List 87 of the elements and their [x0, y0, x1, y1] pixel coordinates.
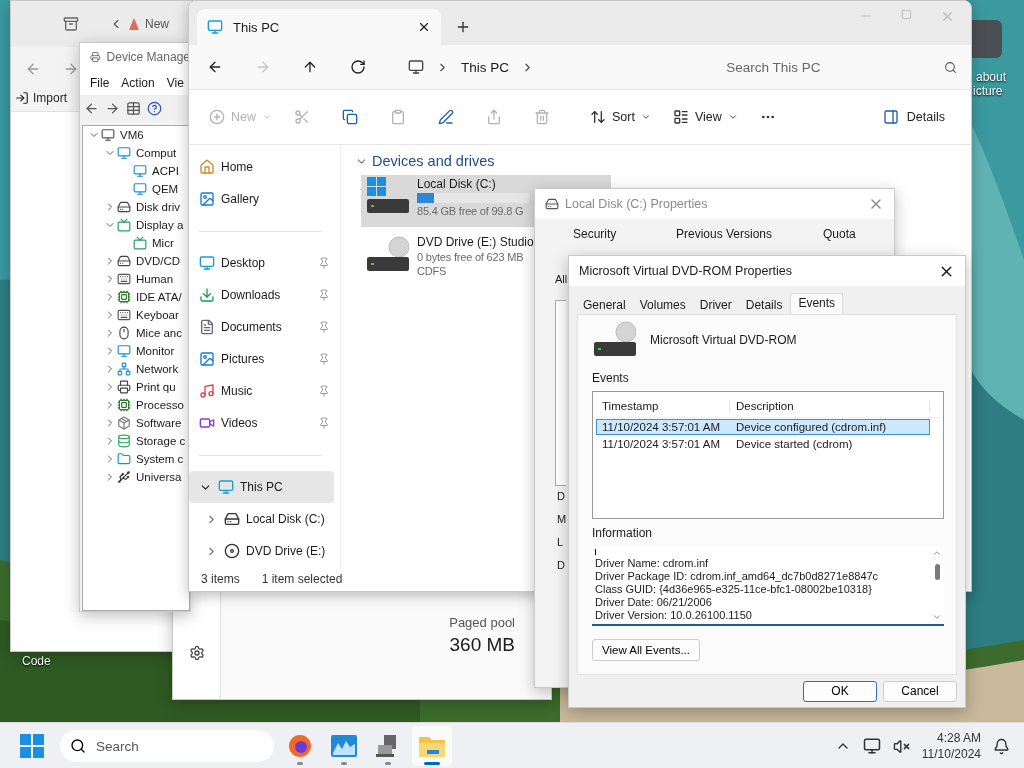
menu-item[interactable]: File [90, 76, 110, 90]
tree-item[interactable]: Micr [152, 237, 174, 249]
import-button[interactable]: Import [11, 91, 67, 105]
search-field[interactable]: Search [60, 730, 274, 762]
drive-info: CDFS [417, 265, 448, 277]
sort-button[interactable]: Sort [588, 101, 653, 133]
drive-name: DVD Drive (E:) Studio [417, 235, 534, 249]
section-label: Information [592, 526, 654, 540]
tree-item[interactable]: Processo [136, 399, 184, 411]
drive-info: 85.4 GB free of 99.8 G [417, 205, 525, 217]
tree-item[interactable]: ACPI [152, 165, 179, 177]
sidebar-item[interactable]: Gallery [189, 183, 334, 215]
view-button[interactable]: View [670, 101, 740, 133]
tab-title[interactable]: New [145, 17, 169, 31]
tab[interactable]: Security [573, 227, 676, 247]
table-cell-text: Device configured (cdrom.inf) [735, 421, 888, 433]
sidebar-item[interactable]: Music [189, 375, 334, 407]
field-label: D [557, 490, 565, 504]
tree-item[interactable]: Mice anc [136, 327, 183, 339]
tree-item[interactable]: VM6 [120, 129, 144, 141]
window-title: Device Manage [106, 50, 190, 64]
menu-item[interactable]: Vie [166, 76, 184, 90]
information-line: Driver Package ID: cdrom.inf_amd64_dc7b0d8271e8847c [595, 570, 880, 583]
drive-name: Local Disk (C:) [417, 177, 497, 191]
sidebar-item[interactable]: Downloads [189, 279, 334, 311]
sidebar-item[interactable]: Videos [189, 407, 334, 439]
tree-item[interactable]: IDE ATA/ [136, 291, 182, 303]
menu-item[interactable]: Action [121, 76, 155, 90]
sidebar-item[interactable]: Desktop [189, 247, 334, 279]
table-row[interactable]: 11/10/2024 3:57:01 AM Device configured (cdrom.inf) [596, 419, 930, 435]
sidebar-item[interactable]: Pictures [189, 343, 334, 375]
tree-item[interactable]: DVD/CD [136, 255, 181, 267]
table-row[interactable]: 11/10/2024 3:57:01 AM Device started (cdrom) [596, 436, 930, 452]
status-text: 1 item selected [261, 572, 343, 586]
sidebar-item[interactable]: DVD Drive (E:) [189, 535, 334, 567]
tab[interactable]: Previous Versions [676, 227, 823, 247]
field-label: All [555, 273, 568, 287]
tab[interactable]: Quota [823, 227, 883, 247]
information-line: Driver Name: cdrom.inf [595, 557, 710, 570]
sidebar-item[interactable]: Home [189, 151, 334, 183]
section-heading[interactable]: Devices and drives [372, 153, 495, 169]
tree-item[interactable]: Storage c [136, 435, 186, 447]
desktop-icon-label[interactable]: Code [22, 654, 51, 668]
tree-item[interactable]: Universa [136, 471, 182, 483]
sidebar-item[interactable]: Local Disk (C:) [189, 503, 334, 535]
status-text: 3 items [201, 572, 240, 586]
section-label: Events [592, 371, 630, 385]
details-button[interactable]: Details [876, 101, 951, 133]
tree-item[interactable]: Keyboar [136, 309, 179, 321]
table-cell-text: 11/10/2024 3:57:01 AM [601, 438, 722, 450]
tree-item[interactable]: QEM [152, 183, 179, 195]
tree-item[interactable]: Display a [136, 219, 184, 231]
sidebar-item[interactable]: Documents [189, 311, 334, 343]
view-all-events-button[interactable]: View All Events... [592, 639, 700, 661]
tree-item[interactable]: System c [136, 453, 184, 465]
metric-value: 360 MB [449, 634, 515, 656]
information-line: Class GUID: {4d36e965-e325-11ce-bfc1-08002be10318} [595, 583, 873, 596]
ok-button[interactable]: OK [803, 680, 877, 702]
dialog-title: Microsoft Virtual DVD-ROM Properties [579, 264, 793, 278]
sidebar-item[interactable]: This PC [189, 471, 334, 503]
column-header[interactable]: Timestamp [596, 400, 730, 412]
tree-item[interactable]: Monitor [136, 345, 175, 357]
address-bar[interactable]: This PC [397, 51, 703, 83]
tree-item[interactable]: Human [136, 273, 174, 285]
information-line: Driver Version: 10.0.26100.1150 [595, 609, 753, 622]
tree-item[interactable]: Network [136, 363, 179, 375]
information-line: Driver Date: 06/21/2006 [595, 596, 713, 609]
field-label: L [557, 536, 564, 550]
tree-item[interactable]: Software [136, 417, 182, 429]
column-header[interactable]: Description [730, 400, 930, 412]
window-tab[interactable]: This PC [197, 9, 441, 45]
drive-info: 0 bytes free of 623 MB [417, 251, 525, 263]
tree-item[interactable]: Print qu [136, 381, 176, 393]
tree-item[interactable]: Disk driv [136, 201, 181, 213]
table-cell-text: 11/10/2024 3:57:01 AM [601, 421, 722, 433]
search-field[interactable]: Search This PC [716, 51, 971, 83]
metric-label: Paged pool [449, 615, 515, 630]
table-cell-text: Device started (cdrom) [735, 438, 854, 450]
tab[interactable]: Events [790, 293, 844, 314]
information-box[interactable]: Driver Name: cdrom.inf Driver Package ID: cdrom.inf_amd64_dc7b0d8271e8847c Class GUID: {4d36e965-e325-11ce-bfc1-08002be10318} Driver Date: 06/21/2006 Driver Version: 10.0.26100.1150 [592, 546, 944, 626]
tree-item[interactable]: Comput [136, 147, 177, 159]
clock[interactable]: 4:28 AM 11/10/2024 [921, 730, 981, 762]
breadcrumb-item[interactable]: This PC [460, 59, 509, 75]
field-label: M [557, 513, 567, 527]
field-label: D [557, 559, 565, 573]
device-name: Microsoft Virtual DVD-ROM [650, 333, 797, 347]
cancel-button[interactable]: Cancel [883, 680, 957, 702]
